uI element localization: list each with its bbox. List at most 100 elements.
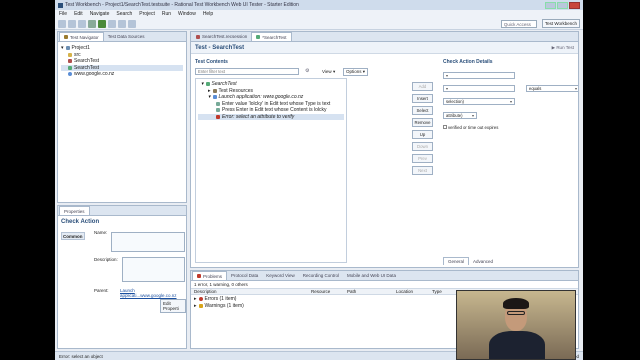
forward-icon[interactable] (128, 19, 136, 28)
col-path[interactable]: Path (347, 289, 396, 294)
print-icon[interactable] (78, 19, 86, 28)
presenter-hair (503, 298, 529, 309)
tab-test-navigator[interactable]: Test Navigator (59, 32, 104, 41)
details-tabs: General Advanced (443, 257, 497, 265)
test-icon (205, 82, 210, 87)
prev-button[interactable]: Prev (412, 154, 433, 163)
back-icon[interactable] (118, 19, 126, 28)
check-action-details-header: Check Action Details (443, 59, 493, 65)
problems-icon (197, 274, 201, 278)
view-menu[interactable]: View ▾ (322, 69, 335, 75)
col-description[interactable]: Description (191, 289, 311, 294)
menu-edit[interactable]: Edit (74, 11, 83, 17)
menu-search[interactable]: Search (116, 11, 132, 17)
launch-icon (212, 95, 217, 100)
name-label: Name: (94, 230, 108, 235)
search-icon[interactable] (108, 19, 116, 28)
filter-options-icon[interactable]: ⚙ (305, 68, 309, 74)
remove-button[interactable]: Remove (412, 118, 433, 127)
properties-title: Check Action (61, 219, 100, 225)
tree-google-app[interactable]: www.google.co.nz (61, 71, 183, 78)
warning-icon (198, 303, 203, 308)
tree-check-action[interactable]: Error: select an attribute to verify (198, 113, 344, 120)
perspective-button[interactable]: Test Workbench (541, 19, 580, 28)
tab-general[interactable]: General (443, 257, 470, 265)
selection-combo[interactable]: selection) (443, 98, 515, 105)
select-button[interactable]: Select (412, 106, 433, 115)
description-label: Description: (94, 257, 118, 262)
options-menu[interactable]: Options ▾ (343, 68, 369, 76)
run-test-button[interactable]: ▶ Run Test (552, 45, 574, 51)
save-icon[interactable] (68, 19, 76, 28)
project-icon (65, 46, 70, 51)
up-button[interactable]: Up (412, 130, 433, 139)
session-icon (196, 34, 200, 39)
description-field[interactable] (122, 257, 185, 282)
tab-mobile-web-data[interactable]: Mobile and Web UI Data (343, 271, 400, 280)
expand-icon[interactable]: ▾ (61, 45, 64, 51)
checkbox-icon[interactable] (443, 125, 447, 129)
tab-recording-control[interactable]: Recording Control (299, 271, 343, 280)
editor-title: Test - SearchTest (195, 44, 245, 51)
filter-input[interactable]: Enter filter text (195, 68, 299, 75)
edit-properties-button[interactable]: Edit Properti (160, 299, 186, 313)
menu-project[interactable]: Project (139, 11, 155, 17)
navigator-tree: ▾ Project1 src SearchTest SearchTest www.… (58, 42, 186, 81)
resources-icon (212, 88, 217, 93)
add-button[interactable]: Add (412, 82, 433, 91)
tab-advanced[interactable]: Advanced (469, 257, 497, 265)
test-icon (256, 35, 261, 39)
tab-protocol-data[interactable]: Protocol Data (227, 271, 262, 280)
minimize-button[interactable] (545, 1, 556, 9)
details-combo-1[interactable] (443, 72, 515, 79)
tab-test-data-sources[interactable]: Test Data Sources (104, 32, 149, 41)
new-icon[interactable] (58, 19, 66, 28)
maximize-button[interactable] (557, 1, 568, 9)
status-text: Error: select an object (59, 353, 103, 359)
tab-recsession[interactable]: SearchTest.recsession (192, 32, 251, 41)
tab-searchtest[interactable]: *SearchTest (251, 32, 292, 41)
details-combo-2[interactable] (443, 85, 515, 92)
timeout-note: verified or time out expires (443, 125, 498, 130)
operator-combo[interactable]: equals (526, 85, 578, 92)
next-button[interactable]: Next (412, 166, 433, 175)
insert-button[interactable]: Insert (412, 94, 433, 103)
input-icon (216, 101, 220, 106)
menu-navigate[interactable]: Navigate (90, 11, 110, 17)
menu-run[interactable]: Run (162, 11, 171, 17)
error-icon (216, 114, 220, 119)
session-icon (68, 59, 72, 64)
tab-common[interactable]: Common (61, 232, 85, 240)
debug-icon[interactable] (88, 19, 96, 28)
title-bar: Test Workbench - Project1/SearchTest.tes… (55, 0, 583, 10)
presenter-glasses (507, 311, 525, 315)
keyboard-icon (216, 108, 220, 113)
navigator-icon (64, 35, 68, 39)
tab-problems[interactable]: Problems (192, 271, 228, 280)
navigator-pane: Test Navigator Test Data Sources ▾ Projec… (57, 31, 187, 203)
menu-window[interactable]: Window (178, 11, 196, 17)
col-type[interactable]: Type (432, 289, 442, 294)
tab-properties[interactable]: Properties (59, 206, 90, 215)
quick-access-input[interactable]: Quick Access (500, 19, 537, 28)
main-toolbar: Quick Access Test Workbench (55, 18, 583, 30)
window-title: Test Workbench - Project1/SearchTest.tes… (65, 2, 299, 8)
run-icon[interactable] (98, 19, 106, 28)
app-icon (58, 2, 63, 8)
close-button[interactable] (569, 1, 580, 9)
col-resource[interactable]: Resource (311, 289, 347, 294)
properties-pane: Properties Check Action Common Name: Des… (57, 205, 187, 349)
col-location[interactable]: Location (396, 289, 432, 294)
name-field[interactable] (111, 232, 185, 252)
down-button[interactable]: Down (412, 142, 433, 151)
parent-link[interactable]: Launch applicati...www.google.co.nz (120, 288, 186, 298)
globe-icon (68, 72, 72, 77)
attribute-combo[interactable]: attribute) (443, 112, 477, 119)
menu-file[interactable]: File (59, 11, 67, 17)
menu-help[interactable]: Help (203, 11, 213, 17)
menu-bar: File Edit Navigate Search Project Run Wi… (55, 10, 583, 18)
test-contents-header: Test Contents (195, 59, 228, 65)
tab-keyword-view[interactable]: Keyword View (262, 271, 298, 280)
test-contents-tree: ▾ SearchTest ▸ Test Resources ▾ Launch appl… (195, 78, 347, 263)
test-icon (68, 65, 72, 70)
